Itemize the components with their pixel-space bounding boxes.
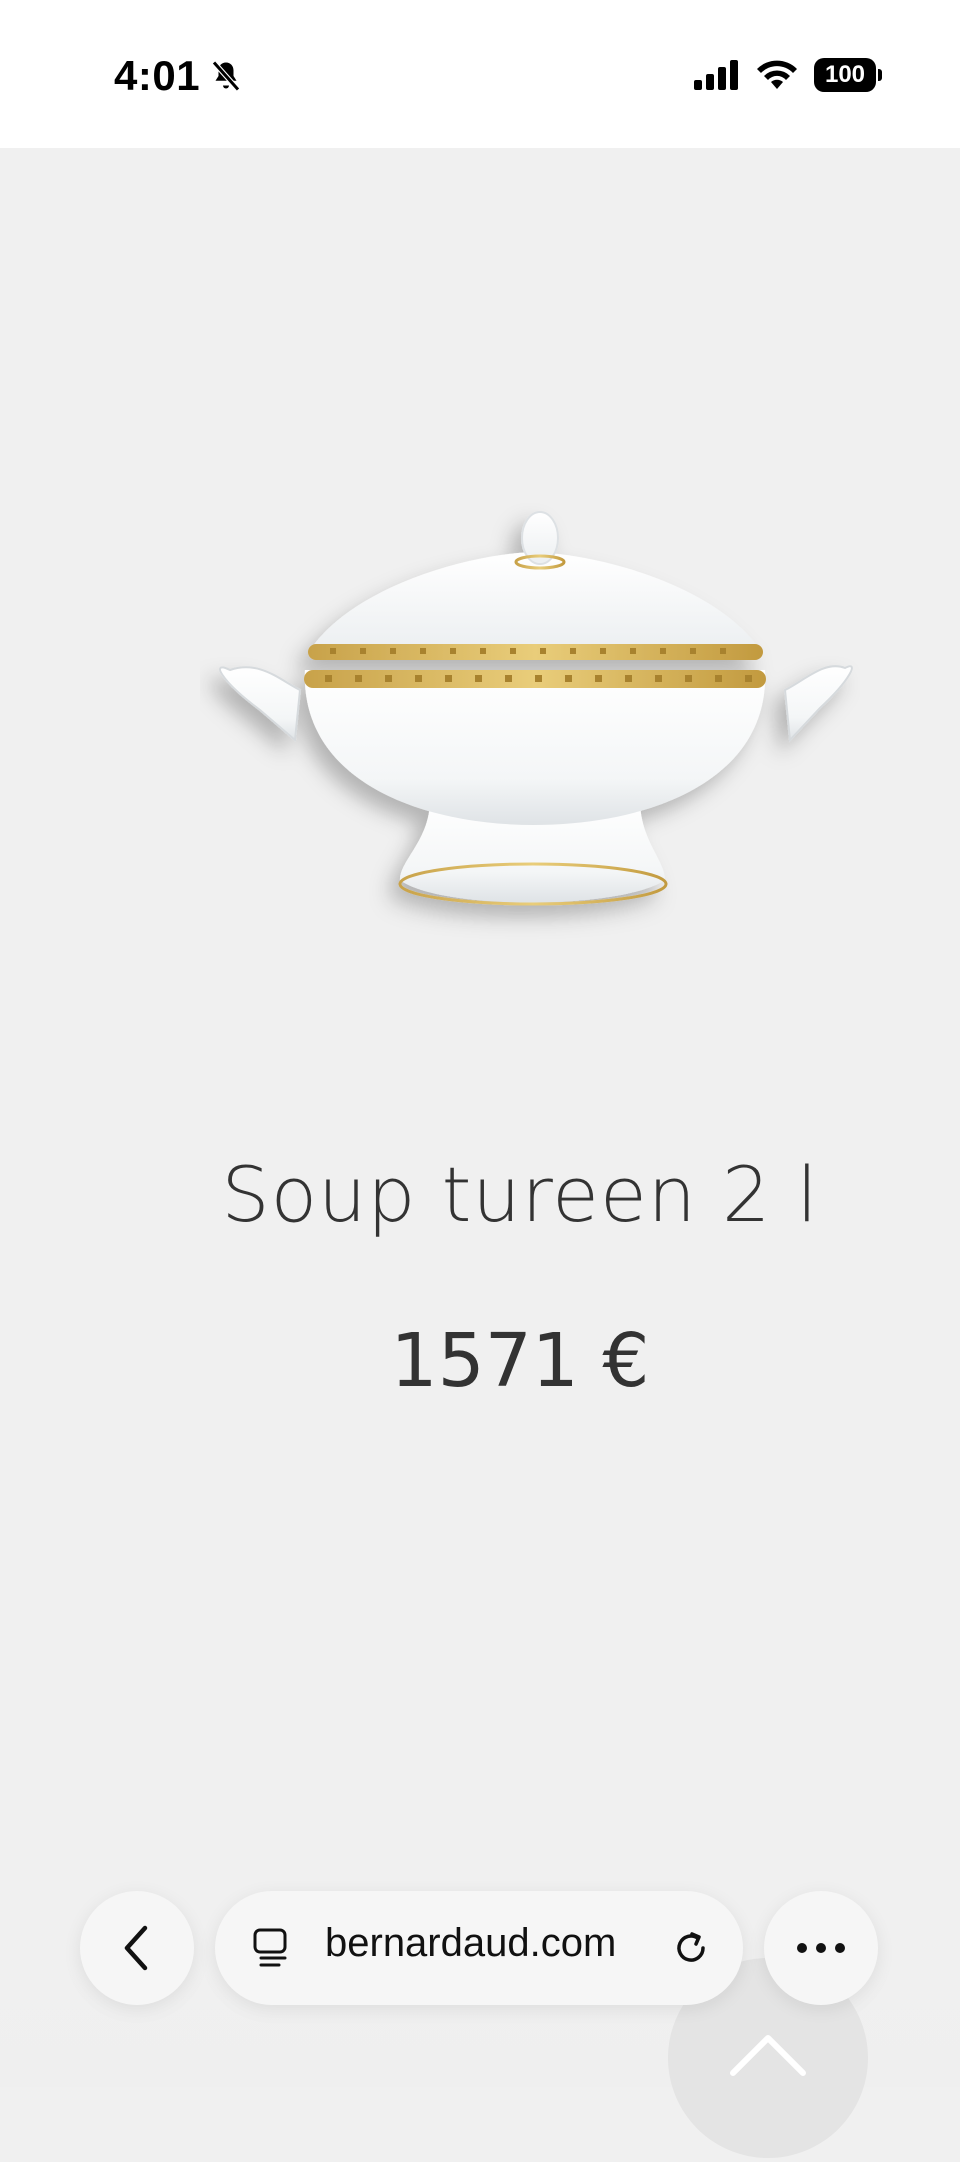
url-text[interactable]: bernardaud.com [325,1921,616,1966]
status-bar: 4:01 100 [0,0,960,148]
battery-level: 100 [824,61,866,88]
wifi-icon [757,60,797,89]
time-group: 4:01 [114,52,244,100]
product-price: 1571 € [390,1318,650,1404]
silent-bell-icon [212,60,241,92]
reload-icon[interactable] [670,1927,712,1969]
back-icon [124,1925,148,1971]
signal-icon [694,60,738,90]
back-button[interactable] [80,1891,194,2005]
battery-icon: 100 [814,58,882,92]
tab-overview-icon[interactable] [251,1927,293,1969]
address-bar[interactable]: bernardaud.com [215,1891,743,2005]
more-options-button[interactable] [764,1891,878,2005]
product-title: Soup tureen 2 l [221,1150,819,1239]
more-icon [797,1943,845,1953]
status-icons: 100 [694,58,882,92]
soup-tureen-image [219,511,853,906]
clock-time: 4:01 [114,52,201,99]
